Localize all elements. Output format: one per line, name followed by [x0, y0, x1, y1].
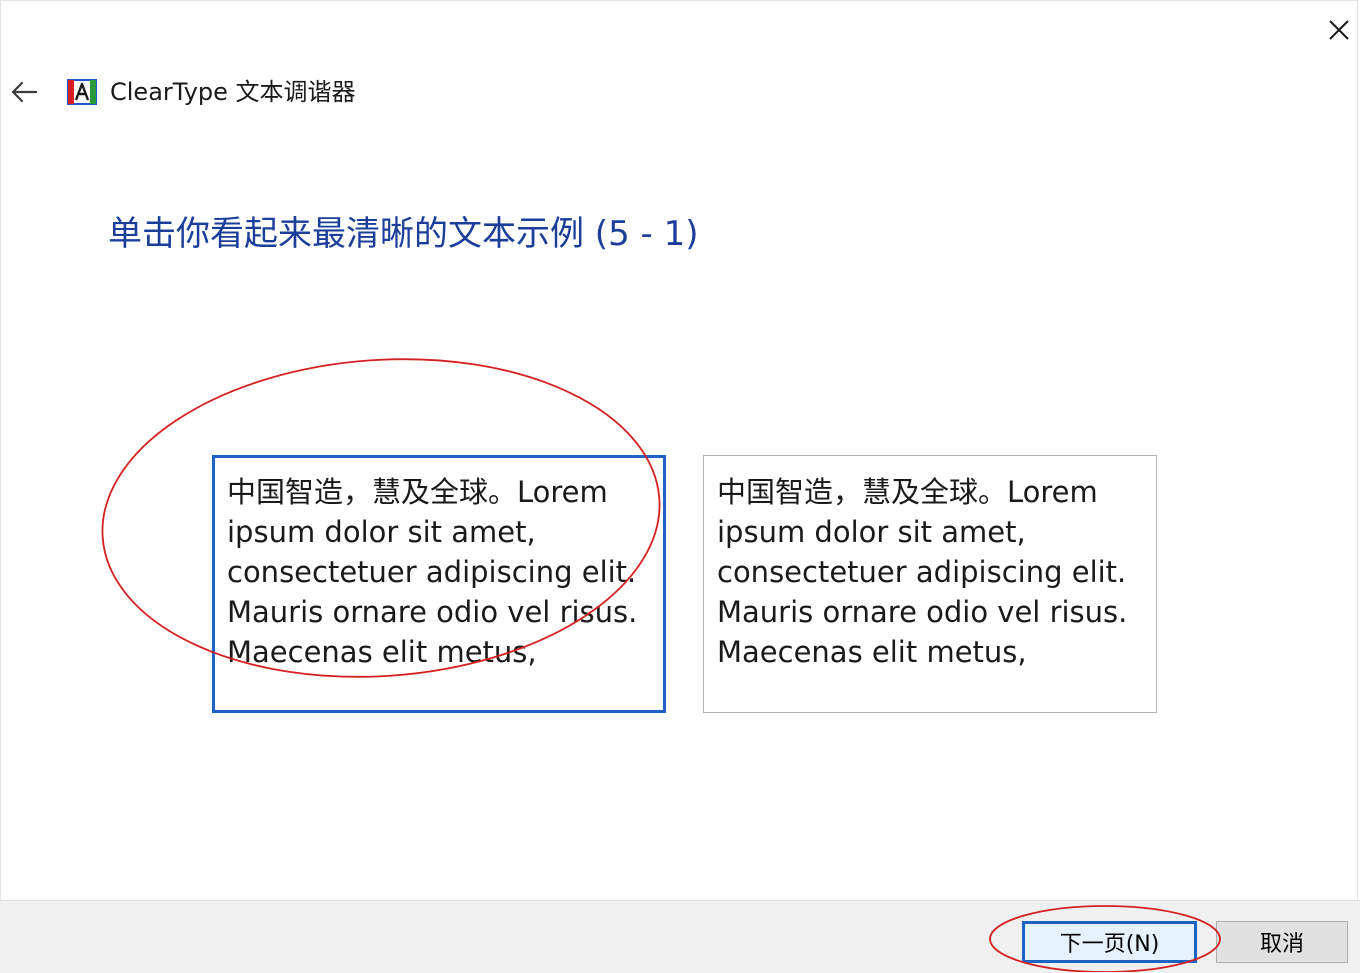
text-sample-2-content: 中国智造，慧及全球。Lorem ipsum dolor sit amet, co…: [717, 475, 1128, 669]
cleartype-a-icon: [67, 79, 97, 105]
close-icon: [1329, 20, 1349, 40]
page-heading: 单击你看起来最清晰的文本示例 (5 - 1): [108, 214, 699, 254]
next-button[interactable]: 下一页(N): [1022, 921, 1197, 963]
back-button[interactable]: [6, 74, 42, 110]
cancel-button[interactable]: 取消: [1216, 921, 1348, 963]
text-sample-1[interactable]: 中国智造，慧及全球。Lorem ipsum dolor sit amet, co…: [212, 455, 666, 713]
text-sample-2[interactable]: 中国智造，慧及全球。Lorem ipsum dolor sit amet, co…: [703, 455, 1157, 713]
window-title: ClearType 文本调谐器: [110, 78, 356, 106]
text-sample-1-content: 中国智造，慧及全球。Lorem ipsum dolor sit amet, co…: [227, 475, 638, 669]
close-button[interactable]: [1316, 10, 1360, 50]
arrow-left-icon: [11, 81, 38, 103]
